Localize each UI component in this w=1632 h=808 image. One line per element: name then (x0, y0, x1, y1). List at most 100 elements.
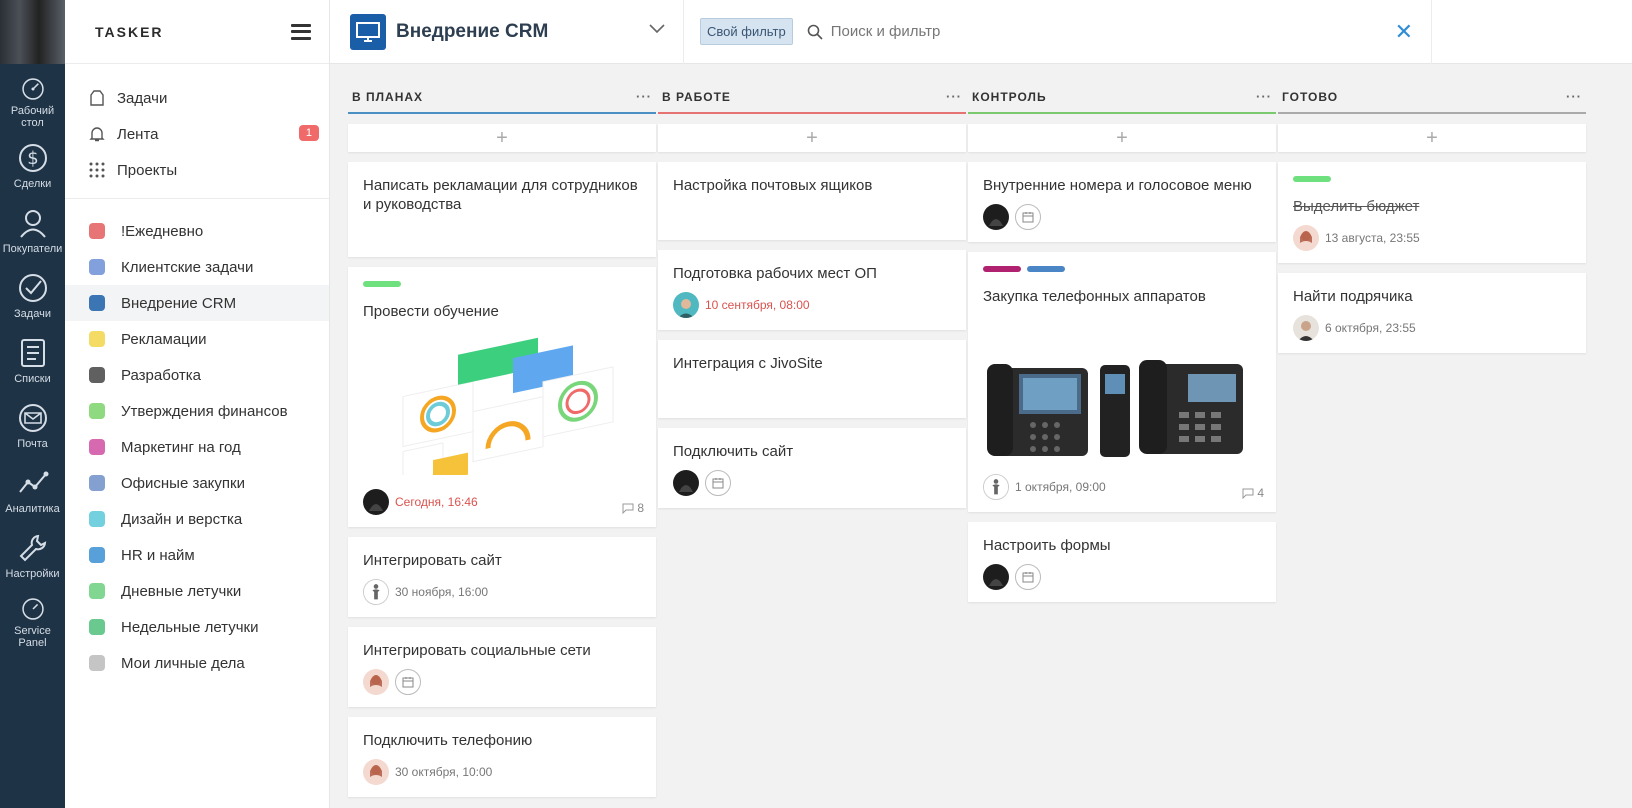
rail-item-settings[interactable]: Настройки (0, 519, 65, 584)
sidebar-project-item[interactable]: Внедрение CRM (65, 285, 329, 321)
project-label: !Ежедневно (121, 222, 204, 240)
rail-label: Аналитика (5, 503, 60, 515)
rail-item-dashboard[interactable]: Рабочий стол (0, 64, 65, 129)
calendar-icon[interactable] (1015, 564, 1041, 590)
card-meta (363, 669, 641, 695)
task-card[interactable]: Провести обучение Сегодня, 16:46 8 (348, 267, 656, 527)
kanban-board: В ПЛАНАХ ··· + Написать рекламации для сотр… (330, 64, 1632, 808)
search-icon (807, 24, 823, 40)
card-tag (363, 281, 401, 287)
task-card[interactable]: Выделить бюджет 13 августа, 23:55 (1278, 162, 1586, 263)
sidebar-project-item[interactable]: Дизайн и верстка (65, 501, 329, 537)
project-label: HR и найм (121, 546, 195, 564)
assignee-avatar[interactable] (1293, 315, 1319, 341)
rail-item-tasks[interactable]: Задачи (0, 259, 65, 324)
card-meta: 1 октября, 09:00 (983, 474, 1261, 500)
calendar-icon[interactable] (705, 470, 731, 496)
sidebar-project-item[interactable]: Утверждения финансов (65, 393, 329, 429)
column-menu-icon[interactable]: ··· (1566, 89, 1582, 104)
rail-label: Покупатели (2, 243, 63, 255)
rail-item-deals[interactable]: $ Сделки (0, 129, 65, 194)
sidebar-project-item[interactable]: Недельные летучки (65, 609, 329, 645)
rail-item-customers[interactable]: Покупатели (0, 194, 65, 259)
rail-label: Сделки (13, 178, 52, 190)
clear-filter-icon[interactable]: ✕ (1395, 20, 1413, 42)
card-meta: 13 августа, 23:55 (1293, 225, 1571, 251)
chevron-down-icon[interactable] (649, 23, 665, 34)
column-menu-icon[interactable]: ··· (946, 89, 962, 104)
task-card[interactable]: Интегрировать сайт 30 ноября, 16:00 (348, 537, 656, 617)
rail-item-analytics[interactable]: Аналитика (0, 454, 65, 519)
sidebar-item-tasks[interactable]: Задачи (65, 80, 329, 116)
task-card[interactable]: Подключить сайт (658, 428, 966, 508)
card-image (363, 325, 641, 483)
card-meta: 30 октября, 10:00 (363, 759, 641, 785)
sidebar-project-item[interactable]: Мои личные дела (65, 645, 329, 681)
task-card[interactable]: Найти подрячика 6 октября, 23:55 (1278, 273, 1586, 353)
project-icon (85, 363, 109, 387)
assignee-avatar[interactable] (673, 292, 699, 318)
add-card-button[interactable]: + (348, 124, 656, 152)
sidebar-item-label: Проекты (117, 161, 178, 179)
sidebar-project-item[interactable]: Офисные закупки (65, 465, 329, 501)
card-due-date: 1 октября, 09:00 (1015, 480, 1106, 494)
calendar-icon[interactable] (395, 669, 421, 695)
assignee-avatar[interactable] (983, 204, 1009, 230)
card-title: Найти подрячика (1293, 288, 1413, 305)
task-card[interactable]: Интеграция с JivoSite (658, 340, 966, 418)
search-input[interactable]: Поиск и фильтр (831, 23, 941, 40)
sidebar-project-item[interactable]: HR и найм (65, 537, 329, 573)
column-menu-icon[interactable]: ··· (636, 89, 652, 104)
assignee-avatar[interactable] (363, 579, 389, 605)
project-selector[interactable]: Внедрение CRM (330, 0, 684, 64)
assignee-avatar[interactable] (1293, 225, 1319, 251)
sidebar-project-item[interactable]: Клиентские задачи (65, 249, 329, 285)
sidebar-project-item[interactable]: Маркетинг на год (65, 429, 329, 465)
project-icon (85, 543, 109, 567)
comment-count[interactable]: 8 (622, 501, 644, 515)
task-card[interactable]: Подготовка рабочих мест ОП 10 сентября, 0… (658, 250, 966, 330)
assignee-avatar[interactable] (983, 474, 1009, 500)
calendar-icon[interactable] (1015, 204, 1041, 230)
sidebar-project-item[interactable]: Разработка (65, 357, 329, 393)
rail-item-mail[interactable]: Почта (0, 389, 65, 454)
task-card[interactable]: Настройка почтовых ящиков (658, 162, 966, 240)
card-meta (673, 470, 951, 496)
task-card[interactable]: Закупка телефонных аппаратов 1 октября, 0… (968, 252, 1276, 512)
card-due-date: 30 октября, 10:00 (395, 765, 493, 779)
add-card-button[interactable]: + (1278, 124, 1586, 152)
card-image (983, 350, 1261, 465)
sidebar-project-item[interactable]: Дневные летучки (65, 573, 329, 609)
assignee-avatar[interactable] (363, 489, 389, 515)
task-card[interactable]: Интегрировать социальные сети (348, 627, 656, 707)
sidebar-item-feed[interactable]: Лента 1 (65, 116, 329, 152)
comment-icon (622, 503, 634, 514)
board-column: ГОТОВО ··· + Выделить бюджет 13 августа, 23:… (1278, 64, 1586, 353)
card-due-date: 10 сентября, 08:00 (705, 298, 810, 312)
rail-label: Рабочий стол (10, 105, 55, 129)
sidebar-item-projects[interactable]: Проекты (65, 152, 329, 188)
assignee-avatar[interactable] (673, 470, 699, 496)
bag-icon (87, 88, 107, 108)
assignee-avatar[interactable] (363, 759, 389, 785)
task-card[interactable]: Внутренние номера и голосовое меню (968, 162, 1276, 242)
sidebar-project-item[interactable]: !Ежедневно (65, 213, 329, 249)
bell-icon (87, 124, 107, 144)
assignee-avatar[interactable] (983, 564, 1009, 590)
task-card[interactable]: Подключить телефонию 30 октября, 10:00 (348, 717, 656, 797)
task-card[interactable]: Настроить формы (968, 522, 1276, 602)
task-card[interactable]: Написать рекламации для сотрудников и ру… (348, 162, 656, 257)
rail-item-lists[interactable]: Списки (0, 324, 65, 389)
rail-item-service-panel[interactable]: Service Panel (0, 584, 65, 649)
comment-count-value: 8 (637, 501, 644, 515)
sidebar-project-item[interactable]: Рекламации (65, 321, 329, 357)
card-due-date: 6 октября, 23:55 (1325, 321, 1416, 335)
comment-count[interactable]: 4 (1242, 486, 1264, 500)
menu-icon[interactable] (291, 23, 311, 40)
comment-icon (1242, 488, 1254, 499)
own-filter-button[interactable]: Свой фильтр (700, 18, 793, 45)
add-card-button[interactable]: + (968, 124, 1276, 152)
assignee-avatar[interactable] (363, 669, 389, 695)
add-card-button[interactable]: + (658, 124, 966, 152)
column-menu-icon[interactable]: ··· (1256, 89, 1272, 104)
